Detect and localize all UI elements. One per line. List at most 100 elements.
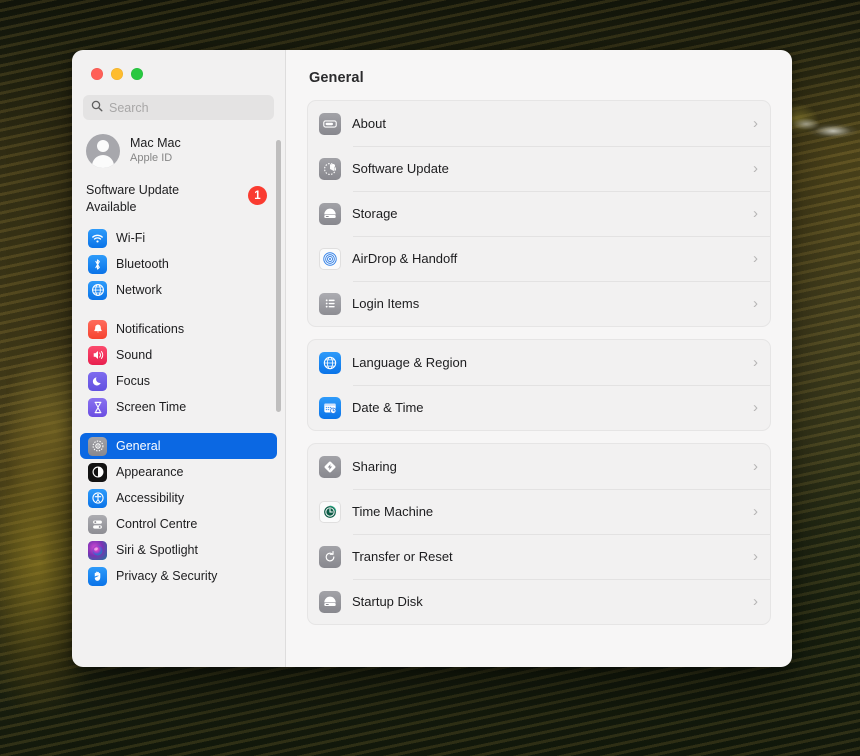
- sidebar-item-label: Privacy & Security: [116, 569, 218, 584]
- maximize-button[interactable]: [131, 68, 143, 80]
- update-badge: 1: [248, 186, 267, 205]
- sidebar-item-focus[interactable]: Focus: [80, 368, 277, 394]
- privacy-hand-icon: [88, 566, 107, 586]
- sidebar-item-label: Wi-Fi: [116, 231, 146, 246]
- date-time-calendar-icon: [319, 396, 341, 419]
- sidebar-item-bluetooth[interactable]: Bluetooth: [80, 251, 277, 277]
- settings-group-2: Language & Region › Date & Time ›: [307, 339, 771, 431]
- row-label: Software Update: [352, 161, 449, 176]
- appearance-contrast-icon: [88, 462, 107, 482]
- sidebar-item-wi-fi[interactable]: Wi-Fi: [80, 225, 277, 251]
- person-avatar-icon: [86, 134, 120, 168]
- row-date-and-time[interactable]: Date & Time ›: [308, 385, 770, 430]
- row-label: Time Machine: [352, 504, 434, 519]
- accessibility-person-icon: [88, 488, 107, 508]
- row-software-update[interactable]: Software Update ›: [308, 146, 770, 191]
- row-login-items[interactable]: Login Items ›: [308, 281, 770, 326]
- sidebar-item-label: Control Centre: [116, 517, 198, 532]
- settings-group-1: About › Software Update › Storage › AirD…: [307, 100, 771, 327]
- sidebar-nav: Wi-Fi Bluetooth Network Notifications So…: [72, 225, 285, 589]
- sidebar-item-label: General: [116, 439, 161, 454]
- sidebar-scrollbar[interactable]: [276, 140, 281, 412]
- sidebar-group-preferences: General Appearance Accessibility Control…: [80, 433, 277, 589]
- sidebar-item-label: Bluetooth: [116, 257, 169, 272]
- storage-disk-icon: [319, 202, 341, 225]
- row-label: Date & Time: [352, 400, 424, 415]
- control-centre-sliders-icon: [88, 514, 107, 534]
- search-icon: [91, 99, 103, 117]
- main-content: General About › Software Update › Storag…: [286, 50, 792, 667]
- settings-group-3: Sharing › Time Machine › Transfer or Res…: [307, 443, 771, 625]
- airdrop-icon: [319, 247, 341, 270]
- sound-speaker-icon: [88, 345, 107, 365]
- minimize-button[interactable]: [111, 68, 123, 80]
- sidebar-item-label: Appearance: [116, 465, 184, 480]
- bluetooth-icon: [88, 254, 107, 274]
- row-label: Language & Region: [352, 355, 467, 370]
- row-transfer-or-reset[interactable]: Transfer or Reset ›: [308, 534, 770, 579]
- sidebar: Mac Mac Apple ID Software Update Availab…: [72, 50, 286, 667]
- login-items-list-icon: [319, 292, 341, 315]
- page-title: General: [309, 70, 364, 86]
- chevron-right-icon: ›: [753, 548, 758, 565]
- language-globe-icon: [319, 351, 341, 374]
- time-machine-icon: [319, 500, 341, 523]
- sidebar-item-accessibility[interactable]: Accessibility: [80, 485, 277, 511]
- row-startup-disk[interactable]: Startup Disk ›: [308, 579, 770, 624]
- sharing-icon: [319, 455, 341, 478]
- row-airdrop-and-handoff[interactable]: AirDrop & Handoff ›: [308, 236, 770, 281]
- desktop-wallpaper: Mac Mac Apple ID Software Update Availab…: [0, 0, 860, 756]
- about-mac-icon: [319, 112, 341, 135]
- software-update-notice[interactable]: Software Update Available 1: [72, 168, 285, 215]
- screen-time-hourglass-icon: [88, 397, 107, 417]
- row-language-and-region[interactable]: Language & Region ›: [308, 340, 770, 385]
- row-label: About: [352, 116, 386, 131]
- row-label: Login Items: [352, 296, 420, 311]
- account-subtitle: Apple ID: [130, 151, 173, 164]
- sidebar-item-control-centre[interactable]: Control Centre: [80, 511, 277, 537]
- row-about[interactable]: About ›: [308, 101, 770, 146]
- chevron-right-icon: ›: [753, 160, 758, 177]
- focus-moon-icon: [88, 371, 107, 391]
- sidebar-item-label: Focus: [116, 374, 151, 389]
- chevron-right-icon: ›: [753, 354, 758, 371]
- row-sharing[interactable]: Sharing ›: [308, 444, 770, 489]
- sidebar-item-privacy-and-security[interactable]: Privacy & Security: [80, 563, 277, 589]
- search-input[interactable]: [109, 100, 266, 115]
- siri-orb-icon: [88, 540, 107, 560]
- chevron-right-icon: ›: [753, 115, 758, 132]
- sidebar-item-sound[interactable]: Sound: [80, 342, 277, 368]
- close-button[interactable]: [91, 68, 103, 80]
- chevron-right-icon: ›: [753, 295, 758, 312]
- sidebar-group-system: Notifications Sound Focus Screen Time: [80, 316, 277, 420]
- notifications-bell-icon: [88, 319, 107, 339]
- chevron-right-icon: ›: [753, 250, 758, 267]
- window-controls: [72, 50, 285, 80]
- account-text: Mac Mac Apple ID: [130, 136, 181, 165]
- chevron-right-icon: ›: [753, 399, 758, 416]
- chevron-right-icon: ›: [753, 593, 758, 610]
- search-box[interactable]: [83, 95, 274, 120]
- apple-id-account-row[interactable]: Mac Mac Apple ID: [72, 120, 285, 168]
- sidebar-item-label: Notifications: [116, 322, 185, 337]
- sidebar-item-screen-time[interactable]: Screen Time: [80, 394, 277, 420]
- sidebar-item-notifications[interactable]: Notifications: [80, 316, 277, 342]
- sidebar-item-network[interactable]: Network: [80, 277, 277, 303]
- row-time-machine[interactable]: Time Machine ›: [308, 489, 770, 534]
- sidebar-item-appearance[interactable]: Appearance: [80, 459, 277, 485]
- chevron-right-icon: ›: [753, 503, 758, 520]
- row-storage[interactable]: Storage ›: [308, 191, 770, 236]
- sidebar-item-label: Network: [116, 283, 162, 298]
- chevron-right-icon: ›: [753, 458, 758, 475]
- row-label: Sharing: [352, 459, 397, 474]
- row-label: Startup Disk: [352, 594, 423, 609]
- transfer-reset-icon: [319, 545, 341, 568]
- row-label: Transfer or Reset: [352, 549, 453, 564]
- sidebar-item-general[interactable]: General: [80, 433, 277, 460]
- wifi-icon: [88, 228, 107, 248]
- sidebar-item-siri-and-spotlight[interactable]: Siri & Spotlight: [80, 537, 277, 563]
- sidebar-item-label: Sound: [116, 348, 153, 363]
- sidebar-group-network: Wi-Fi Bluetooth Network: [80, 225, 277, 303]
- software-update-notice-label: Software Update Available: [86, 183, 180, 214]
- row-label: Storage: [352, 206, 398, 221]
